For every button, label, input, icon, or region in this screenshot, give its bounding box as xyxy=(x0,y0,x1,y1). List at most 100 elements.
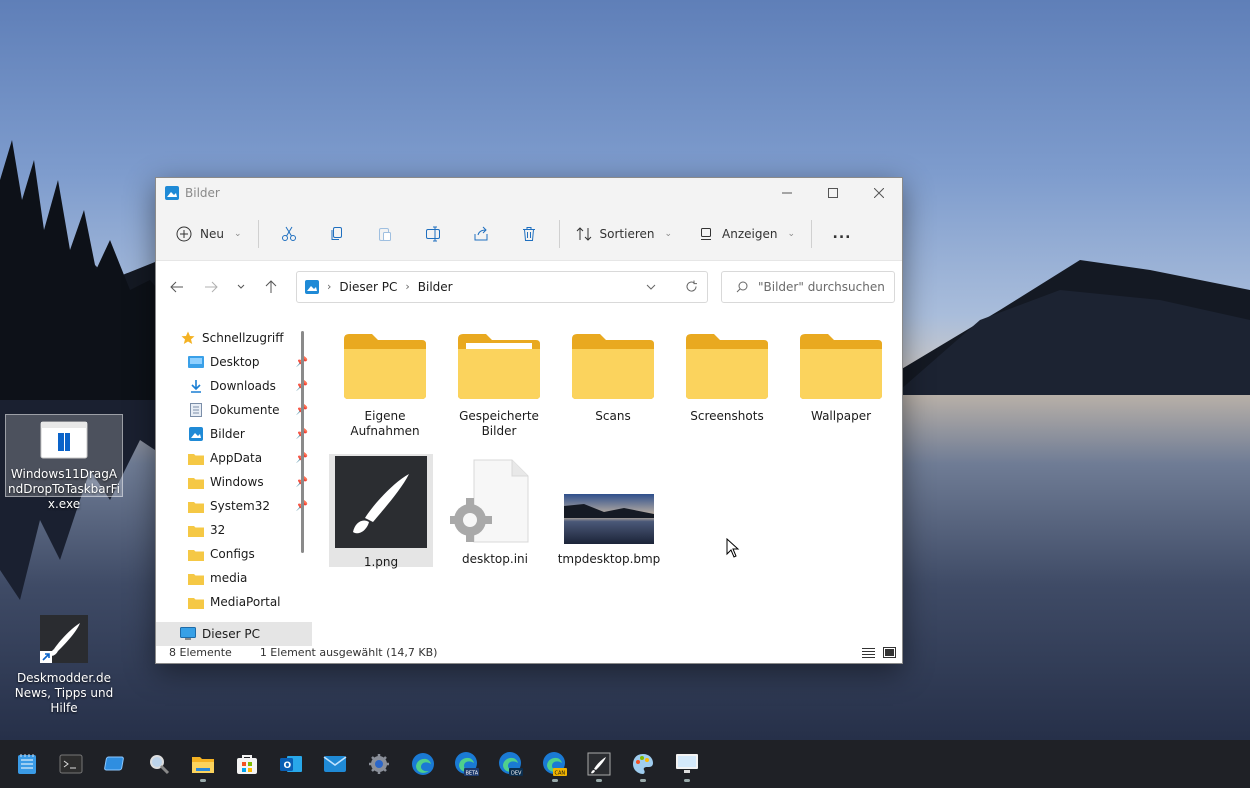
mouse-pointer-icon xyxy=(726,538,740,558)
large-icons-view-icon[interactable] xyxy=(883,646,896,658)
sort-button[interactable]: Sortieren ⌄ xyxy=(566,217,683,251)
rename-button[interactable] xyxy=(409,217,457,251)
taskbar-remote-display-button[interactable] xyxy=(665,744,709,784)
address-bar[interactable]: › Dieser PC › Bilder xyxy=(296,270,708,303)
taskbar-edge-button[interactable] xyxy=(401,744,445,784)
trash-icon xyxy=(522,227,535,241)
toolbar-divider xyxy=(811,220,813,248)
back-button[interactable] xyxy=(160,272,194,302)
sidebar-item-label: AppData xyxy=(210,451,263,465)
exe-app-icon xyxy=(40,421,88,459)
outlook-icon: O xyxy=(280,756,302,772)
file-item-folder[interactable]: Eigene Aufnahmen xyxy=(333,331,437,439)
taskbar-paint-button[interactable] xyxy=(577,744,621,784)
sort-button-label: Sortieren xyxy=(599,227,655,241)
svg-text:BETA: BETA xyxy=(466,771,479,777)
sidebar-item-label: Downloads xyxy=(210,379,276,393)
running-indicator xyxy=(552,779,558,782)
search-input[interactable] xyxy=(758,279,888,294)
file-item-folder[interactable]: Gespeicherte Bilder xyxy=(447,331,551,439)
sidebar-item-label: Dokumente xyxy=(210,403,280,417)
more-options-button[interactable]: ... xyxy=(818,217,866,251)
details-view-icon[interactable] xyxy=(862,647,875,658)
edge-icon xyxy=(412,753,434,775)
desktop-icon-deskmodder[interactable]: Deskmodder.de News, Tipps und Hilfe xyxy=(5,612,123,715)
taskbar-mail-button[interactable] xyxy=(313,744,357,784)
minimize-icon xyxy=(782,192,792,194)
close-button[interactable] xyxy=(856,178,902,208)
sidebar-item-label: MediaPortal xyxy=(210,595,281,609)
taskbar-terminal-button[interactable] xyxy=(49,744,93,784)
sidebar-item-mediaportal[interactable]: MediaPortal xyxy=(156,590,312,614)
sidebar-item-label: Dieser PC xyxy=(202,627,260,641)
sidebar-scrollbar[interactable] xyxy=(301,331,304,553)
taskbar-notepad-button[interactable] xyxy=(5,744,49,784)
breadcrumb-bilder[interactable]: Bilder xyxy=(418,280,453,294)
taskbar-outlook-button[interactable]: O xyxy=(269,744,313,784)
taskbar-settings-button[interactable] xyxy=(357,744,401,784)
pictures-app-icon xyxy=(165,186,179,200)
file-name: tmpdesktop.bmp xyxy=(557,552,661,566)
minimize-button[interactable] xyxy=(764,178,810,208)
file-item-folder[interactable]: Wallpaper xyxy=(789,331,893,424)
file-name: Wallpaper xyxy=(810,409,872,423)
arrow-left-icon xyxy=(170,281,183,292)
view-button[interactable]: Anzeigen ⌄ xyxy=(688,217,805,251)
new-button[interactable]: Neu ⌄ xyxy=(166,217,252,251)
forward-button[interactable] xyxy=(194,272,228,302)
sidebar-item-dokumente[interactable]: Dokumente 📌 xyxy=(156,398,312,422)
title-bar[interactable]: Bilder xyxy=(156,178,902,208)
sidebar-item-32[interactable]: 32 xyxy=(156,518,312,542)
taskbar-store-button[interactable] xyxy=(225,744,269,784)
breadcrumb-separator-icon: › xyxy=(405,280,410,293)
taskbar-file-explorer-button[interactable] xyxy=(181,744,225,784)
sidebar-item-schnellzugriff[interactable]: Schnellzugriff xyxy=(156,326,312,350)
search-box[interactable] xyxy=(721,270,895,303)
breadcrumb-dieser-pc[interactable]: Dieser PC xyxy=(339,280,397,294)
up-button[interactable] xyxy=(254,272,288,302)
file-name: desktop.ini xyxy=(462,552,528,566)
edge-canary-icon: CAN xyxy=(543,752,567,777)
taskbar-paint-3d-button[interactable] xyxy=(621,744,665,784)
sidebar-item-configs[interactable]: Configs xyxy=(156,542,312,566)
taskbar-search-button[interactable] xyxy=(137,744,181,784)
file-item-folder[interactable]: Screenshots xyxy=(675,331,779,424)
desktop-icon-dragdropfix[interactable]: Windows11DragAndDropToTaskbarFix.exe xyxy=(5,414,123,511)
sidebar-item-appdata[interactable]: AppData 📌 xyxy=(156,446,312,470)
sidebar-item-downloads[interactable]: Downloads 📌 xyxy=(156,374,312,398)
recent-locations-button[interactable] xyxy=(228,272,254,302)
magnifier-icon xyxy=(150,755,170,775)
taskbar-remote-desktop-button[interactable] xyxy=(93,744,137,784)
sidebar-item-bilder[interactable]: Bilder 📌 xyxy=(156,422,312,446)
refresh-button[interactable] xyxy=(675,272,707,302)
sidebar-item-system32[interactable]: System32 📌 xyxy=(156,494,312,518)
taskbar-edge-dev-button[interactable]: DEV xyxy=(489,744,533,784)
file-item-image[interactable]: 1.png xyxy=(329,454,433,569)
copy-button[interactable] xyxy=(313,217,361,251)
file-item-settings-file[interactable]: desktop.ini xyxy=(443,454,547,567)
folder-icon xyxy=(800,334,882,399)
delete-button[interactable] xyxy=(505,217,553,251)
close-icon xyxy=(874,188,884,198)
address-history-button[interactable] xyxy=(635,272,667,302)
taskbar-edge-canary-button[interactable]: CAN xyxy=(533,744,577,784)
taskbar-edge-beta-button[interactable]: BETA xyxy=(445,744,489,784)
file-item-image[interactable]: tmpdesktop.bmp xyxy=(557,454,661,567)
status-bar: 8 Elemente 1 Element ausgewählt (14,7 KB… xyxy=(156,641,902,663)
item-count: 8 Elemente xyxy=(169,645,232,659)
paste-button[interactable] xyxy=(361,217,409,251)
folder-icon xyxy=(188,450,204,466)
paint-3d-icon xyxy=(633,754,653,774)
pictures-location-icon xyxy=(305,279,319,294)
copy-icon xyxy=(331,227,342,240)
window-title: Bilder xyxy=(185,186,220,200)
maximize-button[interactable] xyxy=(810,178,856,208)
sidebar-item-windows[interactable]: Windows 📌 xyxy=(156,470,312,494)
cut-button[interactable] xyxy=(265,217,313,251)
brush-image-thumbnail xyxy=(335,456,427,548)
sidebar-item-desktop[interactable]: Desktop 📌 xyxy=(156,350,312,374)
share-button[interactable] xyxy=(457,217,505,251)
sidebar-item-media[interactable]: media xyxy=(156,566,312,590)
running-indicator xyxy=(684,779,690,782)
file-item-folder[interactable]: Scans xyxy=(561,331,665,424)
